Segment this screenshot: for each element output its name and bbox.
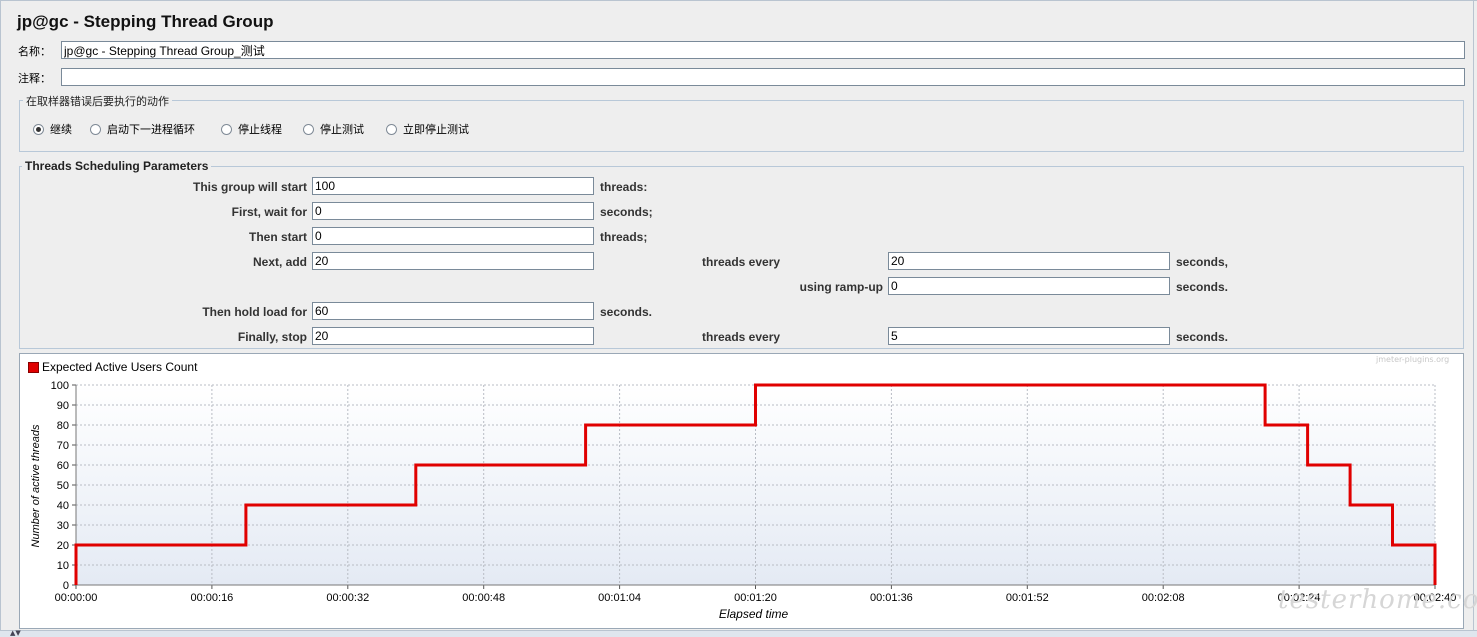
- radio-continue[interactable]: 继续: [33, 121, 72, 137]
- stop-unit: seconds.: [1176, 330, 1229, 344]
- bottom-splitter[interactable]: [0, 630, 1477, 637]
- next-add-label: Next, add: [252, 255, 307, 269]
- rampup-label: using ramp-up: [799, 280, 883, 294]
- first-wait-unit: seconds;: [600, 205, 653, 219]
- next-add-unit: seconds,: [1176, 255, 1229, 269]
- radio-label: 停止测试: [320, 123, 364, 136]
- comment-field[interactable]: [61, 68, 1465, 86]
- radio-label: 启动下一进程循环: [107, 123, 195, 136]
- radio-start-next-loop[interactable]: 启动下一进程循环: [90, 121, 195, 137]
- this-group-unit: threads:: [600, 180, 648, 194]
- first-wait-label: First, wait for: [231, 205, 307, 219]
- hold-label: Then hold load for: [202, 305, 307, 319]
- right-border: [1473, 0, 1474, 630]
- comment-label: 注释：: [18, 72, 51, 85]
- next-add-every-field[interactable]: [888, 252, 1170, 270]
- rampup-unit: seconds.: [1176, 280, 1229, 294]
- error-action-title: 在取样器错误后要执行的动作: [23, 93, 172, 109]
- first-wait-field[interactable]: [312, 202, 594, 220]
- name-field[interactable]: [61, 41, 1465, 59]
- radio-icon: [221, 123, 232, 135]
- site-watermark: testerhome.com: [1278, 585, 1477, 615]
- stop-mid: threads every: [702, 330, 781, 344]
- top-border: [0, 0, 1477, 1]
- stop-field[interactable]: [312, 327, 594, 345]
- params-title: Threads Scheduling Parameters: [22, 159, 212, 173]
- this-group-field[interactable]: [312, 177, 594, 195]
- then-start-field[interactable]: [312, 227, 594, 245]
- radio-stop-thread[interactable]: 停止线程: [221, 121, 282, 137]
- panel-title: jp@gc - Stepping Thread Group: [17, 12, 274, 31]
- this-group-label: This group will start: [192, 180, 307, 194]
- stop-every-field[interactable]: [888, 327, 1170, 345]
- radio-icon: [90, 123, 101, 135]
- rampup-field[interactable]: [888, 277, 1170, 295]
- hold-field[interactable]: [312, 302, 594, 320]
- radio-label: 停止线程: [238, 123, 282, 136]
- name-label: 名称：: [18, 45, 51, 58]
- radio-stop-test-now[interactable]: 立即停止测试: [386, 121, 469, 137]
- chart-panel: [19, 353, 1464, 629]
- radio-icon: [386, 123, 397, 135]
- stop-label: Finally, stop: [237, 330, 307, 344]
- radio-label: 继续: [50, 123, 72, 136]
- then-start-label: Then start: [248, 230, 307, 244]
- next-add-mid: threads every: [702, 255, 781, 269]
- hold-unit: seconds.: [600, 305, 653, 319]
- plugin-watermark: jmeter-plugins.org: [1376, 355, 1450, 364]
- legend-label: Expected Active Users Count: [42, 360, 198, 374]
- radio-icon: [303, 123, 314, 135]
- legend-swatch: [28, 362, 39, 373]
- radio-stop-test[interactable]: 停止测试: [303, 121, 364, 137]
- radio-label: 立即停止测试: [403, 123, 469, 136]
- then-start-unit: threads;: [600, 230, 648, 244]
- left-border: [0, 0, 1, 637]
- next-add-field[interactable]: [312, 252, 594, 270]
- radio-selected-icon: [33, 123, 44, 135]
- collapse-arrows-icon[interactable]: ▲▼: [10, 630, 21, 637]
